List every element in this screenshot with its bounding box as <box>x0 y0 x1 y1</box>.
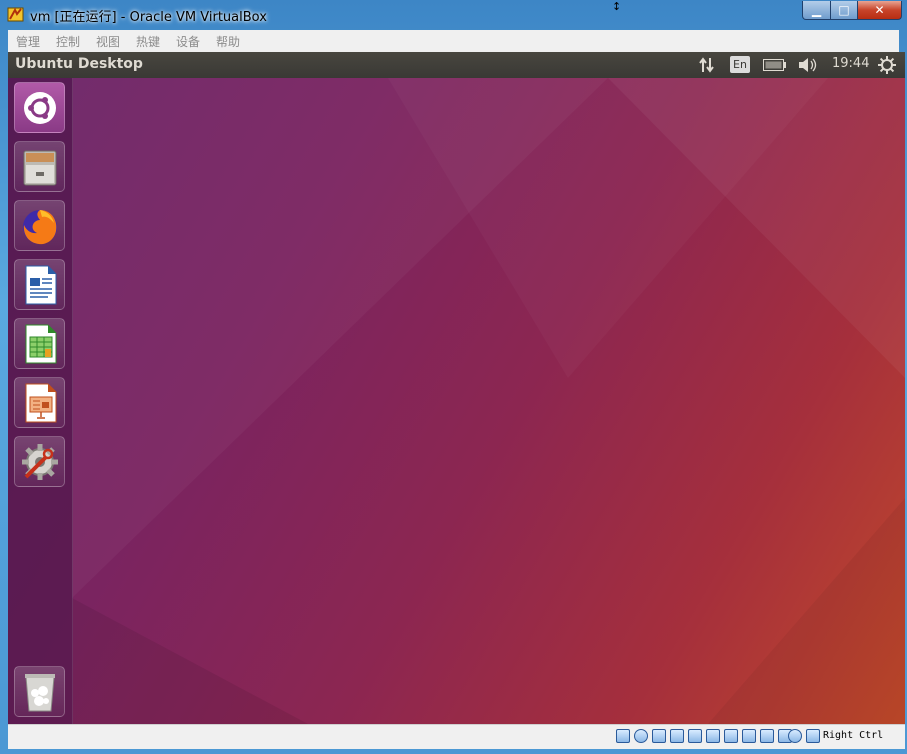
virtualbox-window: vm [正在运行] - Oracle VM VirtualBox ↕ ▁ □ ✕… <box>0 0 907 754</box>
clock[interactable]: 19:44 <box>832 56 869 71</box>
maximize-icon: □ <box>838 3 850 17</box>
video-capture-icon[interactable] <box>742 729 756 743</box>
trash-icon <box>24 673 55 711</box>
virtualbox-app-icon <box>7 7 24 22</box>
ubuntu-top-panel: Ubuntu Desktop En 19:44 <box>8 52 905 78</box>
vm-status-bar: Right Ctrl <box>8 724 905 749</box>
volume-icon[interactable] <box>798 57 818 73</box>
optical-drive-icon[interactable] <box>634 729 648 743</box>
unity-launcher <box>8 78 73 724</box>
panel-title: Ubuntu Desktop <box>15 56 143 72</box>
mouse-integration-icon[interactable] <box>788 729 802 743</box>
minimize-button[interactable]: ▁ <box>802 1 831 20</box>
menu-devices[interactable]: 设备 <box>176 33 200 50</box>
shared-folders-icon[interactable] <box>706 729 720 743</box>
battery-icon[interactable] <box>763 59 787 71</box>
maximize-button[interactable]: □ <box>830 1 858 20</box>
network-adapter-icon[interactable] <box>670 729 684 743</box>
menu-view[interactable]: 视图 <box>96 33 120 50</box>
minimize-icon: ▁ <box>811 3 822 17</box>
libreoffice-calc-icon <box>25 324 56 363</box>
libreoffice-writer-icon <box>25 265 56 304</box>
audio-icon[interactable] <box>652 729 666 743</box>
hard-disk-icon[interactable] <box>616 729 630 743</box>
launcher-trash-button[interactable] <box>14 666 65 717</box>
ubuntu-logo-icon <box>23 91 56 124</box>
language-indicator[interactable]: En <box>730 56 750 73</box>
window-title: vm [正在运行] - Oracle VM VirtualBox <box>30 10 267 25</box>
launcher-writer-button[interactable] <box>14 259 65 310</box>
network-icon[interactable] <box>698 57 716 73</box>
firefox-icon <box>22 209 57 244</box>
menu-help[interactable]: 帮助 <box>216 33 240 50</box>
launcher-settings-button[interactable] <box>14 436 65 487</box>
menu-control[interactable]: 控制 <box>56 33 80 50</box>
menu-bar: 管理 控制 视图 热键 设备 帮助 <box>8 30 899 53</box>
wallpaper-facets <box>72 78 905 724</box>
clipboard-icon[interactable] <box>760 729 774 743</box>
close-icon: ✕ <box>874 3 885 17</box>
close-button[interactable]: ✕ <box>857 1 902 20</box>
display-icon[interactable] <box>724 729 738 743</box>
settings-gear-icon[interactable] <box>878 56 896 74</box>
launcher-impress-button[interactable] <box>14 377 65 428</box>
keyboard-capture-icon[interactable] <box>806 729 820 743</box>
file-cabinet-icon <box>23 150 56 185</box>
mouse-cursor-icon: ↕ <box>612 0 622 13</box>
system-settings-icon <box>21 443 58 480</box>
launcher-firefox-button[interactable] <box>14 200 65 251</box>
libreoffice-impress-icon <box>25 383 56 422</box>
launcher-dash-button[interactable] <box>14 82 65 133</box>
launcher-calc-button[interactable] <box>14 318 65 369</box>
menu-manage[interactable]: 管理 <box>16 33 40 50</box>
title-bar[interactable]: vm [正在运行] - Oracle VM VirtualBox ↕ ▁ □ ✕ <box>0 0 907 30</box>
menu-hotkeys[interactable]: 热键 <box>136 33 160 50</box>
launcher-files-button[interactable] <box>14 141 65 192</box>
host-key-label: Right Ctrl <box>823 730 884 741</box>
ubuntu-desktop[interactable] <box>8 78 905 724</box>
usb-icon[interactable] <box>688 729 702 743</box>
